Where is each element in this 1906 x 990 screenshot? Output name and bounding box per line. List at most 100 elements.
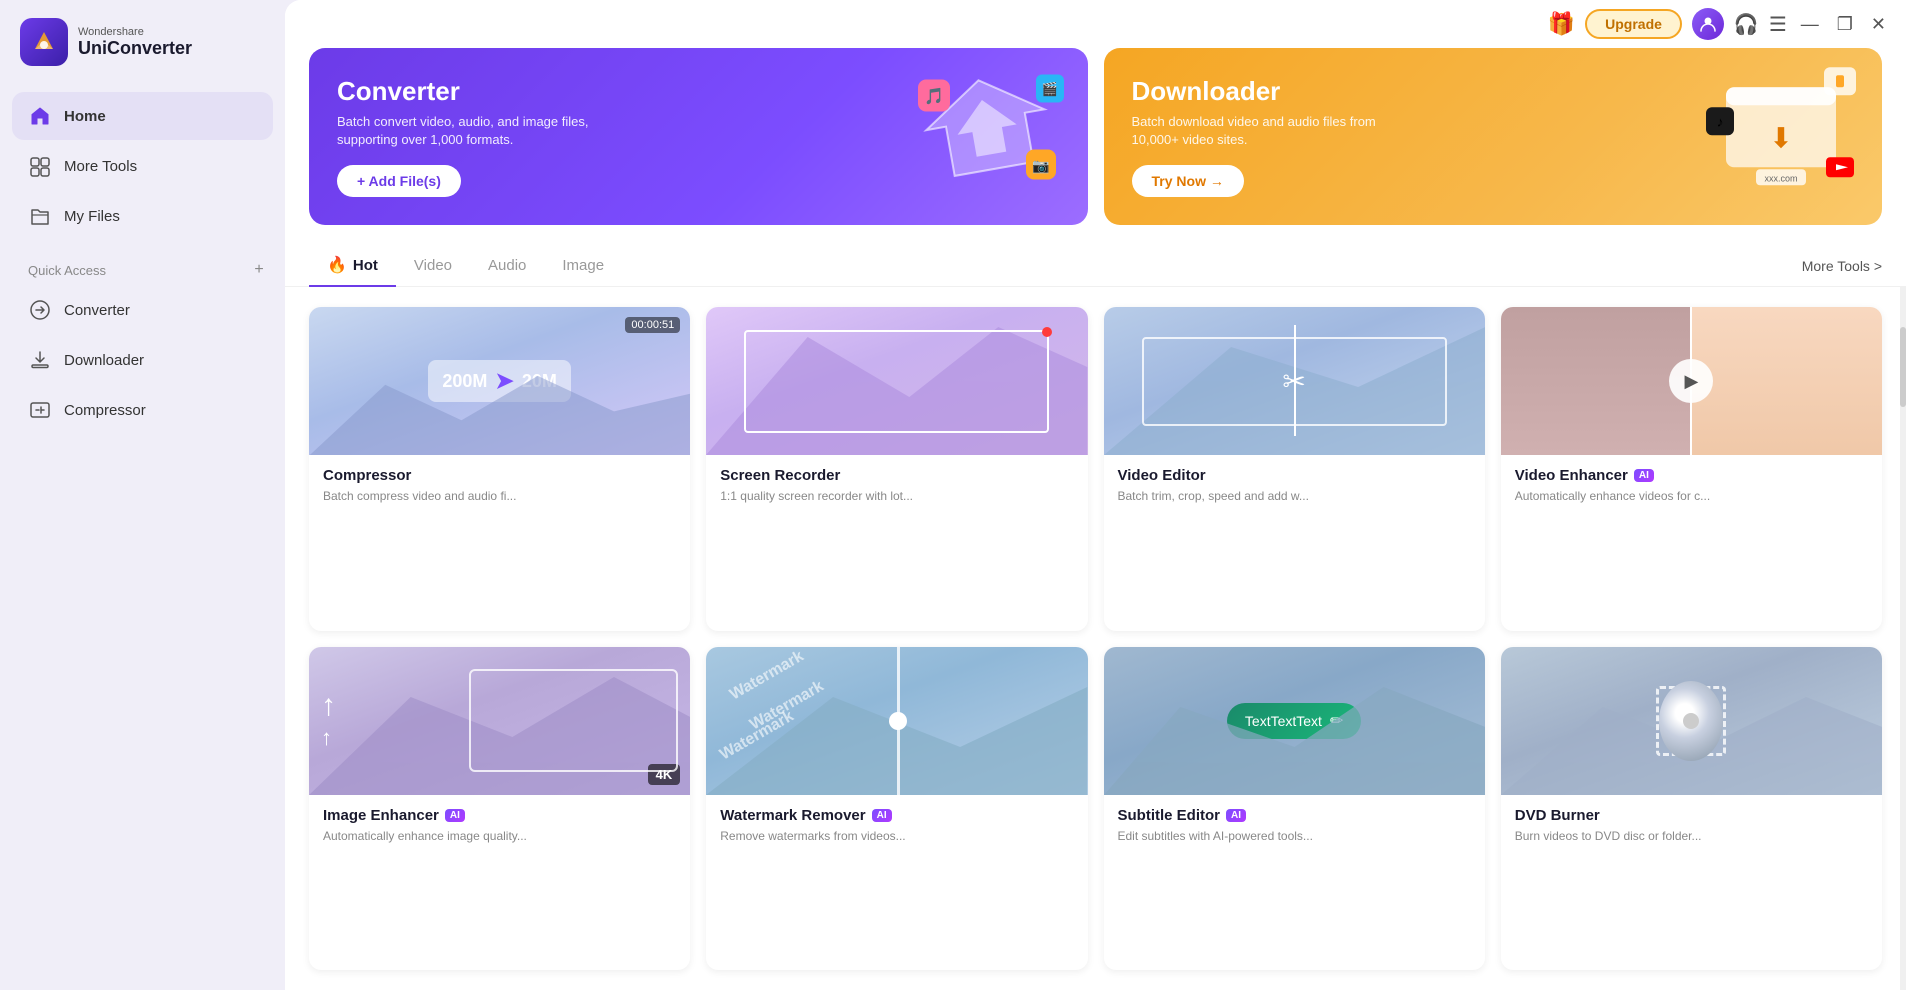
tool-desc-compressor: Batch compress video and audio fi... [323,488,676,505]
tool-card-subtitle-editor[interactable]: TextTextText ✏ Subtitle Editor AI Edit s… [1104,647,1485,970]
brand-name: Wondershare [78,26,192,38]
screen-recorder-frame [744,330,1049,434]
recording-dot [1042,327,1052,337]
scrollbar-thumb[interactable] [1900,327,1906,407]
time-badge: 00:00:51 [625,317,680,333]
sidebar-item-label-converter: Converter [64,302,130,319]
quick-access-nav: Converter Downloader Compressor [0,286,285,444]
sidebar-nav: Home More Tools My Files [0,84,285,250]
converter-add-files-button[interactable]: + Add File(s) [337,165,461,197]
tools-grid: 00:00:51 200M ➤ 20M Compressor Batch com… [285,287,1906,990]
sidebar-item-label-my-files: My Files [64,208,120,225]
sidebar-item-label-more-tools: More Tools [64,158,137,175]
svg-text:⬇: ⬇ [1769,122,1792,153]
home-icon [28,104,52,128]
tool-card-watermark-remover[interactable]: Watermark Watermark Watermark Watermark … [706,647,1087,970]
sidebar-item-converter[interactable]: Converter [12,286,273,334]
menu-icon[interactable]: ☰ [1769,12,1787,37]
tool-card-body-watermark-remover: Watermark Remover AI Remove watermarks f… [706,795,1087,859]
main-content: 🎁 Upgrade 🎧 ☰ — ❐ ✕ [285,0,1906,990]
tab-image[interactable]: Image [544,247,622,286]
tool-desc-video-editor: Batch trim, crop, speed and add w... [1118,488,1471,505]
tab-audio[interactable]: Audio [470,247,544,286]
tool-desc-video-enhancer: Automatically enhance videos for c... [1515,488,1868,505]
tab-hot-label: Hot [353,257,378,274]
converter-illustration: 🎵 📷 🎬 [908,69,1068,199]
tool-card-body-subtitle-editor: Subtitle Editor AI Edit subtitles with A… [1104,795,1485,859]
tool-title-screen-recorder: Screen Recorder [720,467,1073,484]
tab-video[interactable]: Video [396,247,470,286]
tab-hot[interactable]: 🔥 Hot [309,245,396,287]
tool-thumb-video-enhancer: ▶ [1501,307,1882,455]
downloader-hero-desc: Batch download video and audio files fro… [1132,113,1412,149]
titlebar: 🎁 Upgrade 🎧 ☰ — ❐ ✕ [285,0,1906,48]
titlebar-actions: 🎁 Upgrade 🎧 ☰ — ❐ ✕ [1548,8,1890,40]
tool-card-body-screen-recorder: Screen Recorder 1:1 quality screen recor… [706,455,1087,519]
sidebar-item-my-files[interactable]: My Files [12,192,273,240]
tool-title-subtitle-editor: Subtitle Editor AI [1118,807,1471,824]
fire-icon: 🔥 [327,255,347,275]
tool-thumb-dvd-burner [1501,647,1882,795]
tool-card-compressor[interactable]: 00:00:51 200M ➤ 20M Compressor Batch com… [309,307,690,630]
converter-hero-desc: Batch convert video, audio, and image fi… [337,113,617,149]
compressor-icon [28,398,52,422]
tool-title-video-enhancer: Video Enhancer AI [1515,467,1868,484]
downloader-icon [28,348,52,372]
tabs-row: 🔥 Hot Video Audio Image More Tools > [285,245,1906,287]
tab-audio-label: Audio [488,257,526,274]
tool-card-video-editor[interactable]: ✂ Video Editor Batch trim, crop, speed a… [1104,307,1485,630]
tool-card-image-enhancer[interactable]: ↑ ↑ 4K Image Enhancer AI Automatically e… [309,647,690,970]
tool-title-compressor: Compressor [323,467,676,484]
svg-text:🎬: 🎬 [1041,81,1057,96]
tool-card-body-compressor: Compressor Batch compress video and audi… [309,455,690,519]
tool-card-screen-recorder[interactable]: Screen Recorder 1:1 quality screen recor… [706,307,1087,630]
svg-text:📷: 📷 [1032,157,1049,174]
tool-thumb-video-editor: ✂ [1104,307,1485,455]
more-tools-link[interactable]: More Tools > [1802,258,1882,274]
my-files-icon [28,204,52,228]
product-name: UniConverter [78,38,192,59]
ai-badge-subtitle-editor: AI [1226,809,1246,822]
svg-text:xxx.com: xxx.com [1764,173,1797,183]
sidebar-item-label-compressor: Compressor [64,402,146,419]
gift-icon[interactable]: 🎁 [1548,11,1575,37]
tool-card-body-dvd-burner: DVD Burner Burn videos to DVD disc or fo… [1501,795,1882,859]
dvd-hole [1683,713,1699,729]
tool-title-dvd-burner: DVD Burner [1515,807,1868,824]
converter-hero-card[interactable]: 🎵 📷 🎬 Converter Batch convert video, aud… [309,48,1088,225]
play-button-overlay: ▶ [1669,359,1713,403]
logo-icon [20,18,68,66]
minimize-button[interactable]: — [1797,12,1823,37]
app-logo: Wondershare UniConverter [0,0,285,84]
quick-access-section: Quick Access + [0,250,285,286]
hero-banners: 🎵 📷 🎬 Converter Batch convert video, aud… [285,48,1906,245]
close-button[interactable]: ✕ [1867,12,1890,37]
downloader-illustration: ⬇ ♪ xxx.com [1696,57,1866,197]
tool-card-body-image-enhancer: Image Enhancer AI Automatically enhance … [309,795,690,859]
downloader-hero-card[interactable]: ⬇ ♪ xxx.com Downloader Batch download vi… [1104,48,1883,225]
tool-card-video-enhancer[interactable]: ▶ Video Enhancer AI Automatically enhanc… [1501,307,1882,630]
ai-badge-video-enhancer: AI [1634,469,1654,482]
sidebar-item-more-tools[interactable]: More Tools [12,142,273,190]
upgrade-button[interactable]: Upgrade [1585,9,1682,39]
support-icon[interactable]: 🎧 [1734,12,1759,37]
sidebar-item-home[interactable]: Home [12,92,273,140]
sidebar-item-compressor[interactable]: Compressor [12,386,273,434]
tool-title-image-enhancer: Image Enhancer AI [323,807,676,824]
logo-text: Wondershare UniConverter [78,26,192,59]
more-tools-icon [28,154,52,178]
sidebar-item-downloader[interactable]: Downloader [12,336,273,384]
tool-desc-image-enhancer: Automatically enhance image quality... [323,828,676,845]
user-avatar[interactable] [1692,8,1724,40]
tool-title-video-editor: Video Editor [1118,467,1471,484]
maximize-button[interactable]: ❐ [1833,12,1857,37]
downloader-try-now-button[interactable]: Try Now → [1132,165,1244,197]
tool-desc-screen-recorder: 1:1 quality screen recorder with lot... [720,488,1073,505]
sidebar-item-label-home: Home [64,108,106,125]
sidebar: Wondershare UniConverter Home [0,0,285,990]
tool-card-body-video-editor: Video Editor Batch trim, crop, speed and… [1104,455,1485,519]
tool-thumb-compressor: 00:00:51 200M ➤ 20M [309,307,690,455]
split-after [1692,307,1882,455]
add-quick-access-button[interactable]: + [249,260,269,280]
tool-card-dvd-burner[interactable]: DVD Burner Burn videos to DVD disc or fo… [1501,647,1882,970]
